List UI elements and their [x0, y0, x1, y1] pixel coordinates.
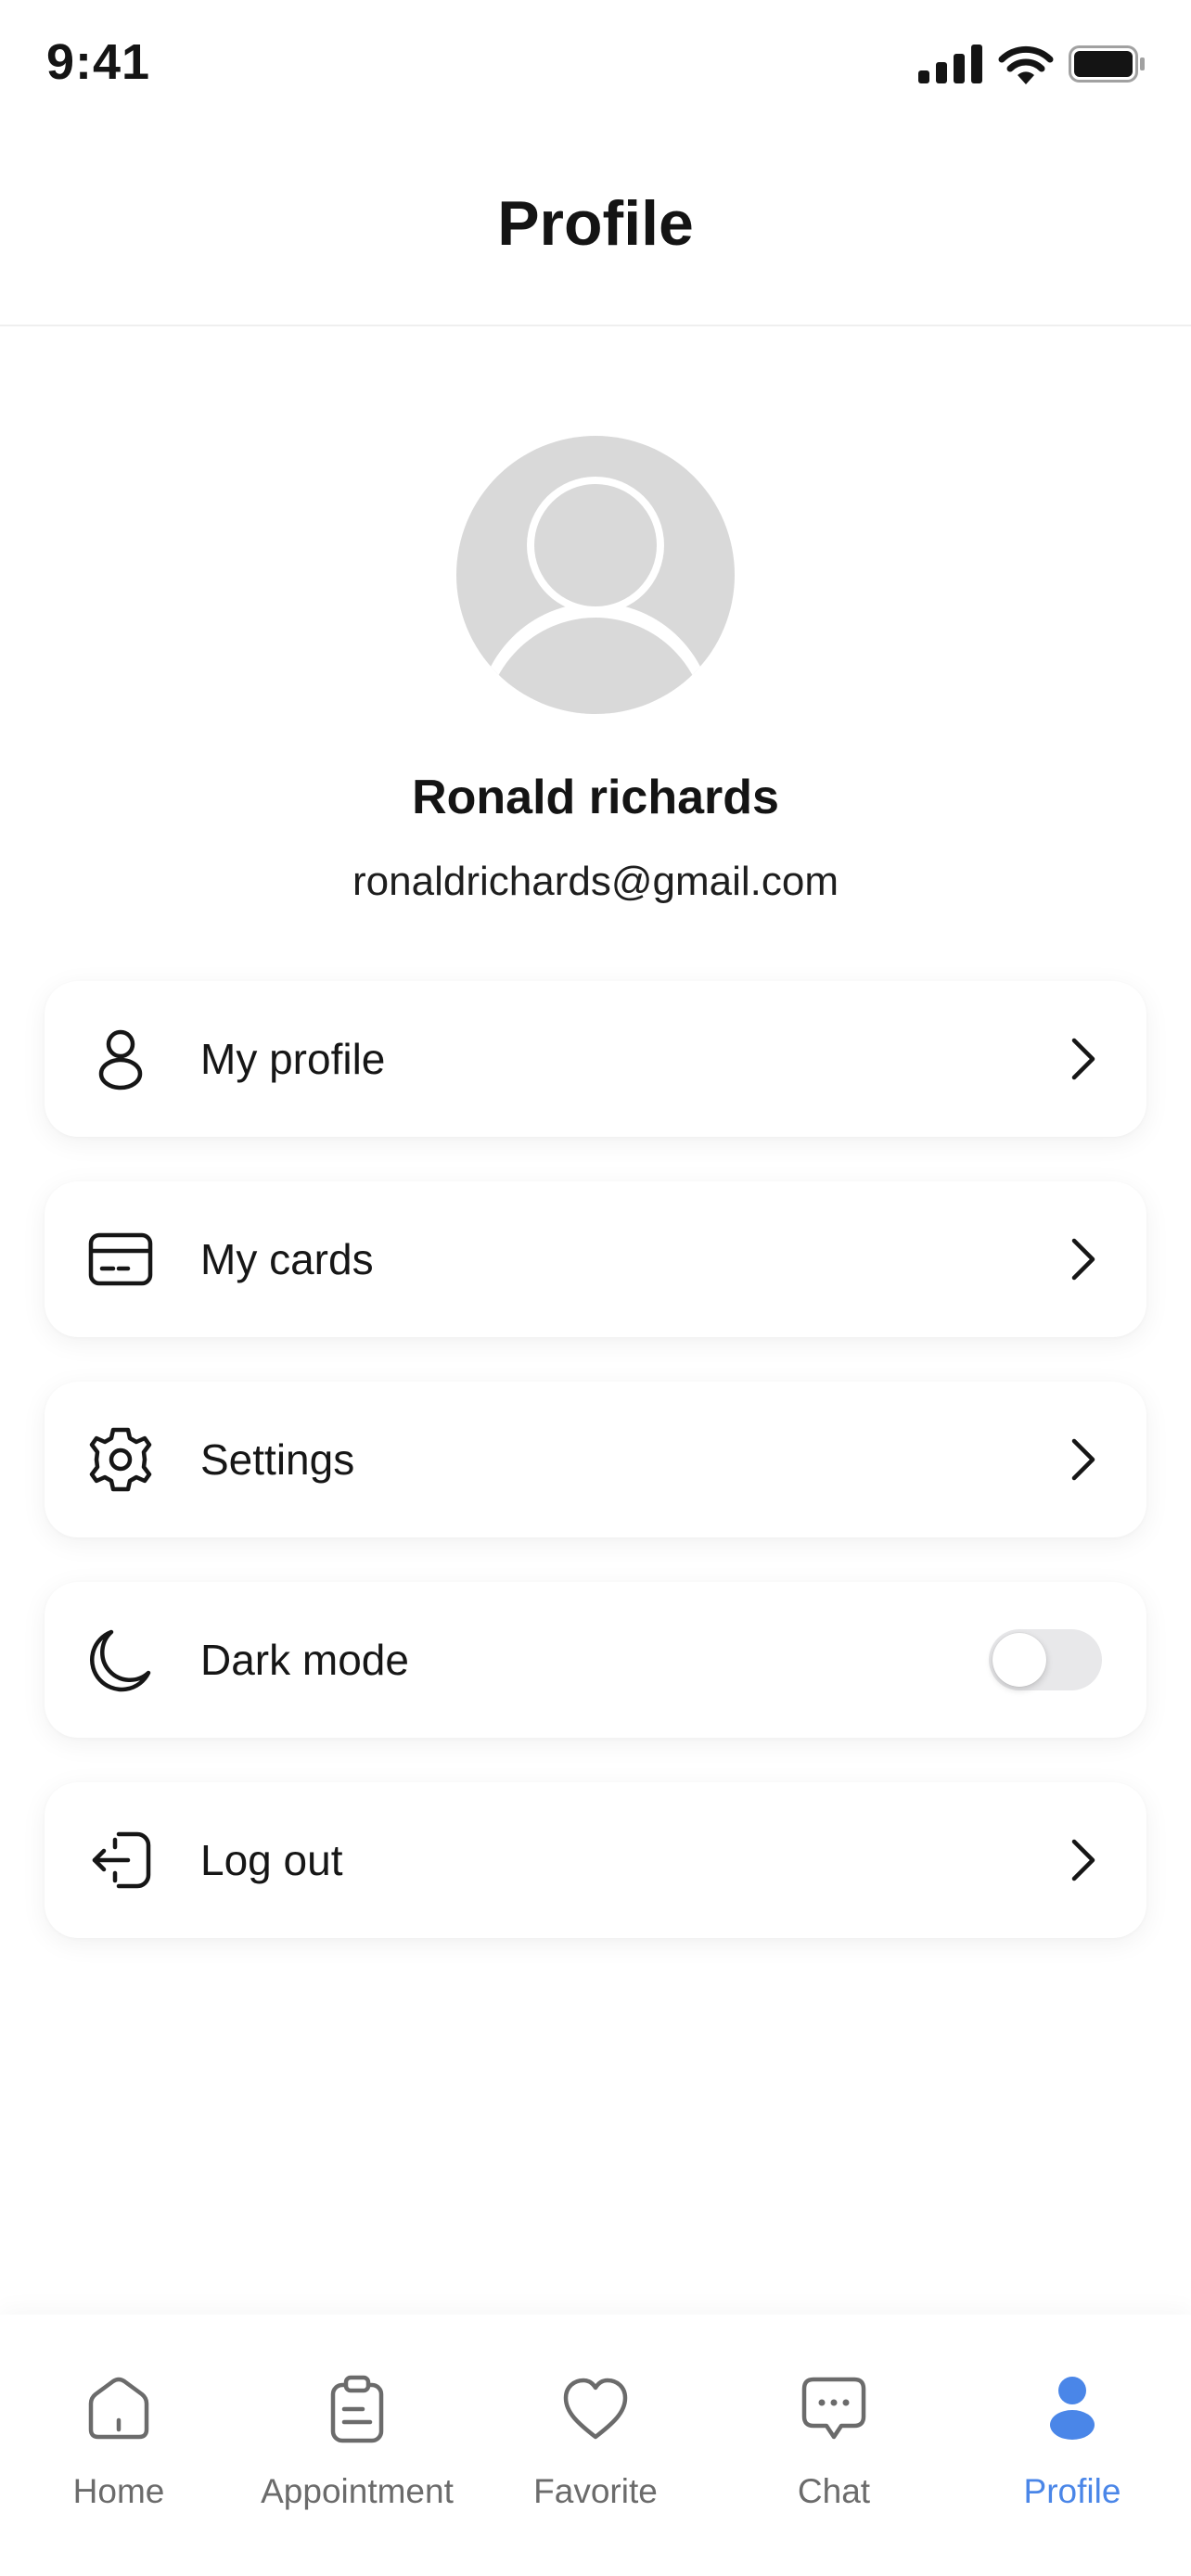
moon-icon — [90, 1629, 151, 1692]
tab-profile[interactable]: Profile — [954, 2315, 1191, 2576]
home-icon — [88, 2377, 149, 2440]
logout-icon — [92, 1831, 151, 1889]
tab-label: Chat — [797, 2472, 871, 2510]
page-title: Profile — [497, 188, 694, 259]
menu-item-log-out[interactable]: Log out — [45, 1782, 1146, 1938]
dark-mode-toggle[interactable] — [989, 1629, 1102, 1690]
tab-home[interactable]: Home — [0, 2315, 237, 2576]
bottom-tab-bar: Home Appointment Favorite Chat Profile — [0, 2315, 1191, 2576]
toggle-knob — [992, 1633, 1046, 1687]
tab-label: Profile — [1023, 2472, 1121, 2510]
chevron-right-icon — [1071, 1238, 1095, 1281]
chevron-right-icon — [1071, 1839, 1095, 1881]
gear-icon — [89, 1427, 152, 1492]
status-bar: 9:41 — [0, 0, 1191, 130]
menu-item-dark-mode: Dark mode — [45, 1582, 1146, 1738]
chevron-right-icon — [1071, 1438, 1095, 1481]
card-icon — [88, 1232, 153, 1286]
user-email: ronaldrichards@gmail.com — [352, 859, 839, 904]
status-icons — [918, 41, 1145, 87]
user-name: Ronald richards — [412, 771, 779, 824]
tab-label: Appointment — [261, 2472, 454, 2510]
tab-favorite[interactable]: Favorite — [477, 2315, 714, 2576]
menu-item-label: My profile — [200, 1035, 386, 1083]
menu-item-label: Settings — [200, 1435, 355, 1484]
avatar[interactable] — [456, 436, 735, 714]
clipboard-icon — [330, 2375, 384, 2443]
wifi-icon — [998, 45, 1054, 84]
menu-item-my-cards[interactable]: My cards — [45, 1181, 1146, 1337]
page-header: Profile — [0, 167, 1191, 326]
cellular-signal-icon — [918, 45, 982, 83]
profile-icon — [1050, 2377, 1095, 2440]
menu-item-settings[interactable]: Settings — [45, 1382, 1146, 1537]
menu-item-label: Log out — [200, 1836, 343, 1884]
chat-bubble-icon — [801, 2377, 866, 2440]
tab-label: Home — [72, 2472, 165, 2510]
heart-icon — [563, 2378, 628, 2440]
tab-appointment[interactable]: Appointment — [238, 2315, 476, 2576]
menu-item-my-profile[interactable]: My profile — [45, 981, 1146, 1137]
chevron-right-icon — [1071, 1038, 1095, 1080]
battery-icon — [1069, 45, 1145, 83]
tab-label: Favorite — [533, 2472, 658, 2510]
tab-chat[interactable]: Chat — [715, 2315, 953, 2576]
person-icon — [98, 1029, 143, 1090]
status-time: 9:41 — [46, 34, 151, 90]
menu-item-label: My cards — [200, 1235, 374, 1283]
menu-item-label: Dark mode — [200, 1636, 409, 1684]
